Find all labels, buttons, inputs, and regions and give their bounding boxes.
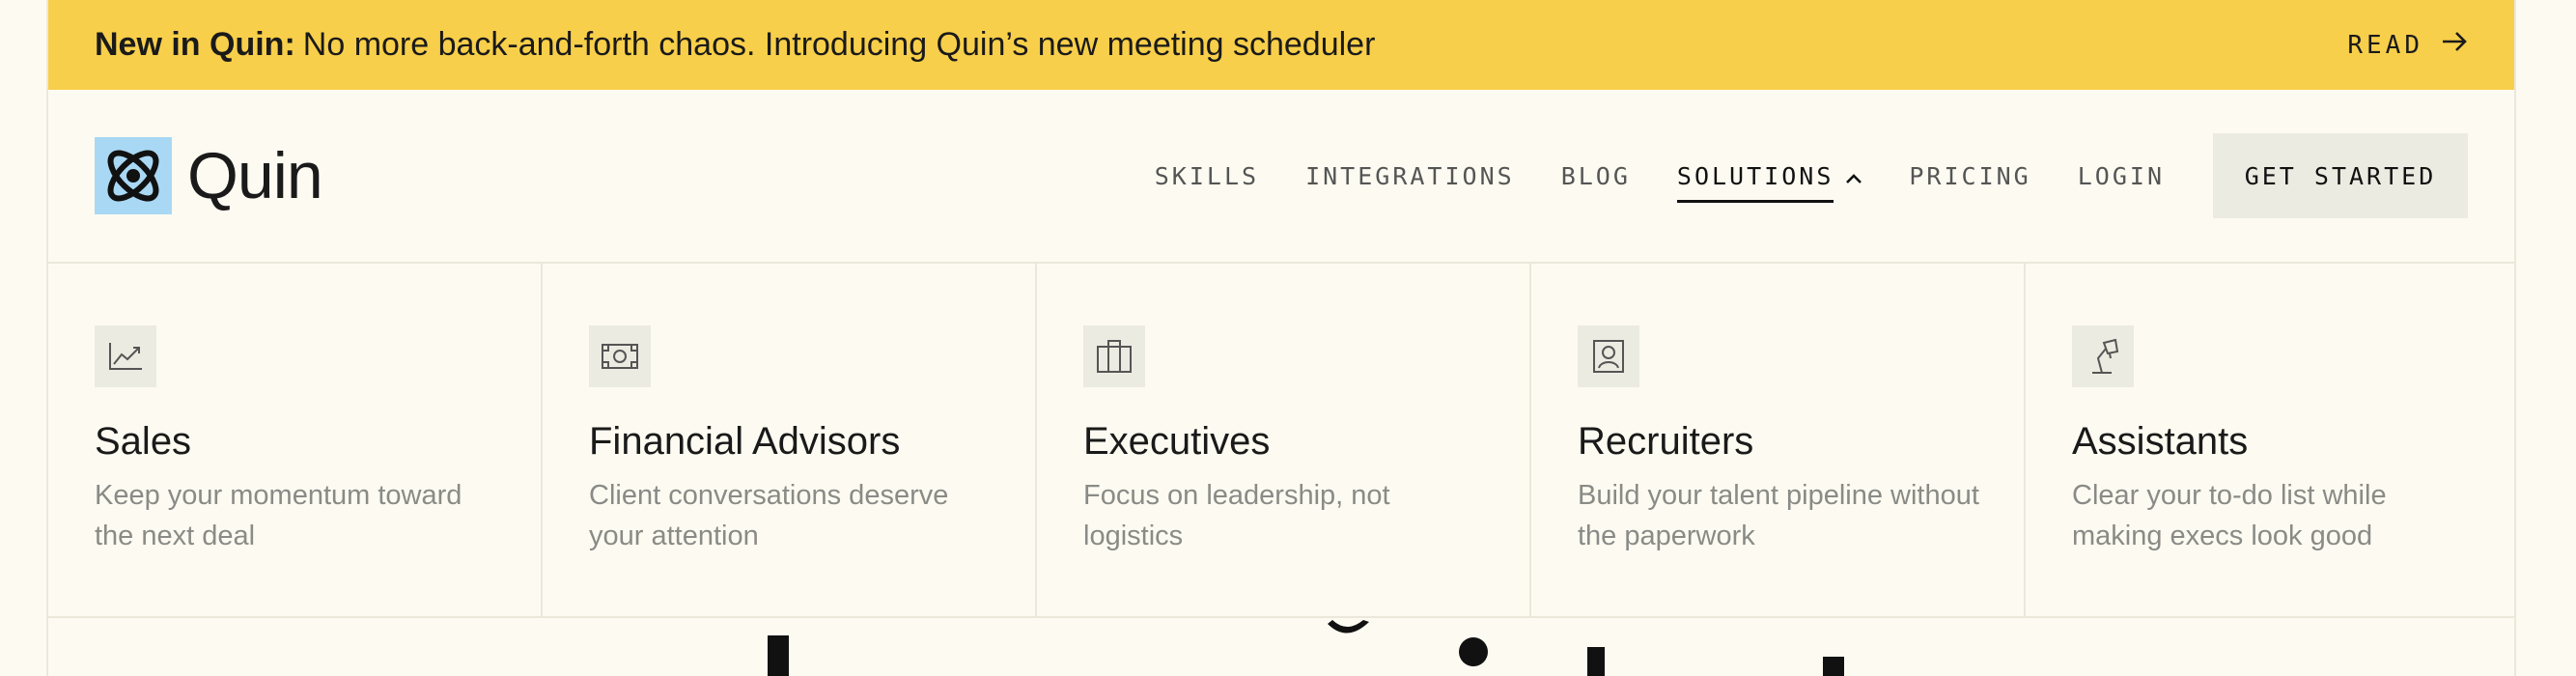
brand-name: Quin xyxy=(187,139,323,212)
solutions-dropdown: Sales Keep your momentum toward the next… xyxy=(48,264,2514,618)
nav-pricing[interactable]: PRICING xyxy=(1909,156,2030,196)
solution-title: Executives xyxy=(1083,420,1271,463)
chevron-up-icon xyxy=(1845,162,1862,190)
hero-heading-cropped xyxy=(48,618,2514,676)
solution-item-executives[interactable]: Executives Focus on leadership, not logi… xyxy=(1037,264,1531,616)
announcement-banner[interactable]: New in Quin: No more back-and-forth chaos… xyxy=(48,0,2514,90)
solution-item-sales[interactable]: Sales Keep your momentum toward the next… xyxy=(48,264,543,616)
solution-title: Sales xyxy=(95,420,192,463)
nav-solutions-label: SOLUTIONS xyxy=(1676,162,1834,203)
nav-blog-label: BLOG xyxy=(1560,161,1631,190)
arrow-right-icon xyxy=(2441,30,2468,60)
nav-skills[interactable]: SKILLS xyxy=(1155,156,1259,196)
solution-description: Keep your momentum toward the next deal xyxy=(95,480,462,551)
desk-lamp-icon xyxy=(2072,325,2134,387)
solution-item-recruiters[interactable]: Recruiters Build your talent pipeline wi… xyxy=(1531,264,2026,616)
page-frame: New in Quin: No more back-and-forth chaos… xyxy=(46,0,2516,676)
main-navbar: Quin SKILLS INTEGRATIONS BLOG SOLUTIONS … xyxy=(48,90,2514,264)
nav-login[interactable]: LOGIN xyxy=(2078,156,2165,196)
banner-bold-label: New in Quin: xyxy=(95,26,295,63)
solution-description: Focus on leadership, not logistics xyxy=(1083,480,1390,551)
solution-title: Assistants xyxy=(2072,420,2249,463)
banner-message: New in Quin: No more back-and-forth chaos… xyxy=(95,26,1375,64)
solution-item-assistants[interactable]: Assistants Clear your to-do list while m… xyxy=(2026,264,2514,616)
nav-solutions[interactable]: SOLUTIONS xyxy=(1676,144,1862,209)
trend-chart-icon xyxy=(95,325,156,387)
nav-integrations[interactable]: INTEGRATIONS xyxy=(1305,156,1515,196)
nav-skills-label: SKILLS xyxy=(1154,161,1260,190)
orbit-logo-icon xyxy=(95,137,172,214)
solution-description: Clear your to-do list while making execs… xyxy=(2072,480,2387,551)
hero-heading-fragment xyxy=(768,620,1844,676)
banner-text: No more back-and-forth chaos. Introducin… xyxy=(302,26,1376,63)
nav-login-label: LOGIN xyxy=(2077,161,2165,190)
nav-pricing-label: PRICING xyxy=(1909,161,2031,190)
nav-integrations-label: INTEGRATIONS xyxy=(1305,161,1515,190)
banner-read-label: READ xyxy=(2347,30,2423,60)
id-badge-icon xyxy=(1578,325,1639,387)
banner-read-link[interactable]: READ xyxy=(2347,30,2468,60)
solution-description: Build your talent pipeline without the p… xyxy=(1578,480,1979,551)
solution-item-financial-advisors[interactable]: Financial Advisors Client conversations … xyxy=(543,264,1037,616)
solution-title: Financial Advisors xyxy=(589,420,901,463)
briefcase-icon xyxy=(1083,325,1145,387)
banknote-icon xyxy=(589,325,651,387)
brand-home-link[interactable]: Quin xyxy=(95,137,323,214)
primary-nav: SKILLS INTEGRATIONS BLOG SOLUTIONS PRICI… xyxy=(1108,133,2468,218)
solution-description: Client conversations deserve your attent… xyxy=(589,480,949,551)
get-started-button[interactable]: GET STARTED xyxy=(2213,133,2468,218)
nav-blog[interactable]: BLOG xyxy=(1561,156,1631,196)
solution-title: Recruiters xyxy=(1578,420,1754,463)
